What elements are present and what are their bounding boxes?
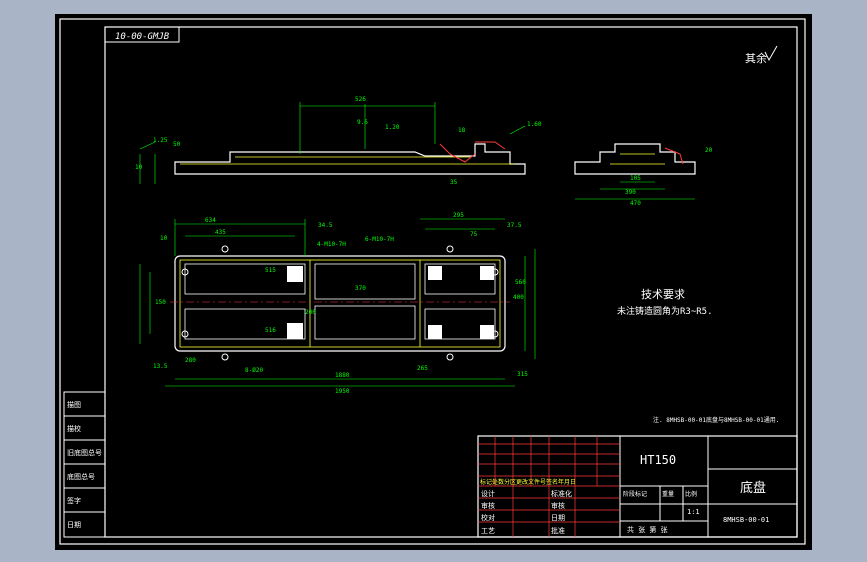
dim-plan-bottom-7: 315 [517, 371, 528, 378]
dim-plan-12: 200 [305, 309, 316, 316]
title-review: 审核 [551, 501, 565, 510]
dim-plan-13: 4-M10-7H [317, 241, 346, 248]
front-view [139, 102, 526, 184]
dim-plan-10: 400 [513, 294, 524, 301]
dim-plan-3: 295 [453, 212, 464, 219]
title-standardize: 标准化 [551, 489, 572, 498]
dim-front-5: 50 [173, 141, 181, 148]
title-stage: 阶段标记 [623, 490, 647, 498]
dim-plan-bottom-4: 1880 [335, 372, 350, 379]
title-approve: 批准 [551, 526, 565, 535]
dim-plan-bottom-3: 13.5 [153, 363, 168, 370]
material: HT150 [640, 453, 676, 467]
dim-plan-9: 370 [355, 285, 366, 292]
side-label-4: 签字 [67, 496, 81, 505]
dim-plan-5: 75 [470, 231, 478, 238]
dim-front-2: 1.20 [385, 124, 400, 131]
dim-plan-bottom-1: 516 [265, 327, 276, 334]
roughness-note: 其余 [745, 51, 767, 65]
dim-plan-bottom-2: 8-Ø20 [245, 367, 263, 374]
dim-plan-2: 34.5 [318, 222, 333, 229]
dim-front-3: 1.60 [527, 121, 542, 128]
tech-req-text: 未注铸造圆角为R3~R5. [617, 305, 713, 317]
dim-front-0: 526 [355, 96, 366, 103]
side-label-2: 旧底图总号 [67, 448, 102, 457]
dim-plan-1: 435 [215, 229, 226, 236]
dim-front-6: 18 [458, 127, 466, 134]
tech-req-title: 技术要求 [641, 288, 685, 301]
dim-plan-14: 6-M10-7H [365, 236, 394, 243]
dim-plan-8: 150 [155, 299, 166, 306]
dim-front-9: 10 [135, 164, 143, 171]
dim-side-2: 470 [630, 200, 641, 207]
dim-plan-6: 37.5 [507, 222, 522, 229]
dim-plan-7: 10 [160, 235, 168, 242]
outer-border [59, 18, 806, 545]
cad-drawing-viewport[interactable]: 10-00-GMJB 其余 526 1.25 1.20 1.60 9.6 50 … [55, 14, 812, 550]
title-proofread: 校对 [481, 513, 495, 522]
side-label-0: 描图 [67, 400, 81, 409]
dim-side-0: 105 [630, 175, 641, 182]
side-label-5: 日期 [67, 521, 81, 529]
dim-plan-bottom-0: 280 [185, 357, 196, 364]
title-check: 审核 [481, 501, 495, 510]
title-process: 工艺 [481, 527, 495, 535]
dim-front-1: 1.25 [153, 137, 168, 144]
dim-front-4: 9.6 [357, 119, 368, 126]
title-date: 日期 [551, 514, 565, 522]
dim-plan-bottom-6: 265 [417, 365, 428, 372]
note-bottom: 注. 8MHSB-00-01底盘与8MHSB-00-01通用. [653, 416, 779, 424]
dim-plan-bottom-5: 1950 [335, 388, 350, 395]
code-box-text: 10-00-GMJB [115, 32, 170, 42]
side-label-3: 底图总号 [67, 472, 95, 481]
dim-plan-0: 634 [205, 217, 216, 224]
inner-border [104, 26, 798, 538]
dim-side-1: 390 [625, 189, 636, 196]
sheet-text: 共 张 第 张 [627, 525, 668, 534]
part-name: 底盘 [740, 480, 766, 496]
drawing-no: 8MHSB-00-01 [723, 516, 769, 524]
title-weight: 重量 [662, 490, 674, 498]
dim-side-3: 20 [705, 147, 713, 154]
title-design: 设计 [481, 489, 495, 498]
scale-value: 1:1 [687, 508, 700, 516]
dim-front-8: 35 [450, 179, 458, 186]
drawing-canvas: 10-00-GMJB 其余 526 1.25 1.20 1.60 9.6 50 … [59, 18, 806, 545]
dim-plan-4: 515 [265, 267, 276, 274]
title-header-row: 标记处数分区更改文件号签名年月日 [480, 478, 576, 486]
title-scale: 比例 [685, 490, 697, 498]
dim-plan-11: 560 [515, 279, 526, 286]
side-label-1: 描校 [67, 424, 81, 433]
side-label-column [63, 391, 106, 538]
